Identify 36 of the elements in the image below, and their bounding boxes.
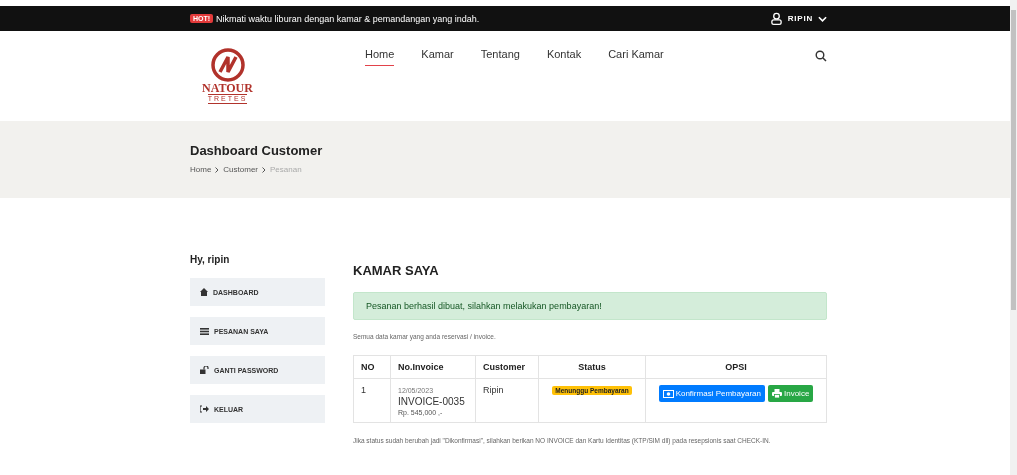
nav-link[interactable]: Kontak [546,48,582,66]
breadcrumb-link[interactable]: Customer [223,165,259,174]
breadcrumb-link[interactable]: Home [190,165,212,174]
logo-name: NATOUR [202,82,253,94]
column-header: Status [538,355,646,379]
nav-link[interactable]: Kamar [421,48,454,66]
confirm-payment-button[interactable]: Konfirmasi Pembayaran [658,385,765,402]
scrollbar[interactable] [1010,0,1017,475]
column-header: Customer [475,355,539,379]
nav-link[interactable]: Tentang [480,48,520,66]
column-header: OPSI [645,355,827,379]
nav-link[interactable]: Home [365,48,395,66]
search-icon[interactable] [815,50,827,62]
invoice-number: INVOICE-0035 [398,396,466,407]
row-number: 1 [361,385,366,395]
list-icon [200,327,209,335]
home-icon [200,288,208,296]
column-header: NO [353,355,391,379]
nav-link[interactable]: Cari Kamar [608,48,664,66]
section-title: KAMAR SAYA [353,263,440,278]
user-icon [769,12,783,25]
page-title: Dashboard Customer [190,143,324,158]
greeting: Hy, ripin [190,254,231,265]
promo-text: Nikmati waktu liburan dengan kamar & pemandangan yang indah. [216,13,480,24]
chevron-icon [262,166,267,173]
user-menu[interactable]: RIPIN [769,12,827,25]
unlock-icon [200,366,209,374]
logo-icon [210,48,245,82]
success-alert: Pesanan berhasil dibuat, silahkan melakukan pembayaran! [353,292,827,320]
sign-out-icon [200,405,209,413]
customer-name: Ripin [483,385,504,395]
print-icon [772,389,782,398]
money-icon [662,389,674,398]
chevron-icon [215,166,220,173]
column-header: No.Invoice [390,355,476,379]
caret-icon [818,15,827,22]
